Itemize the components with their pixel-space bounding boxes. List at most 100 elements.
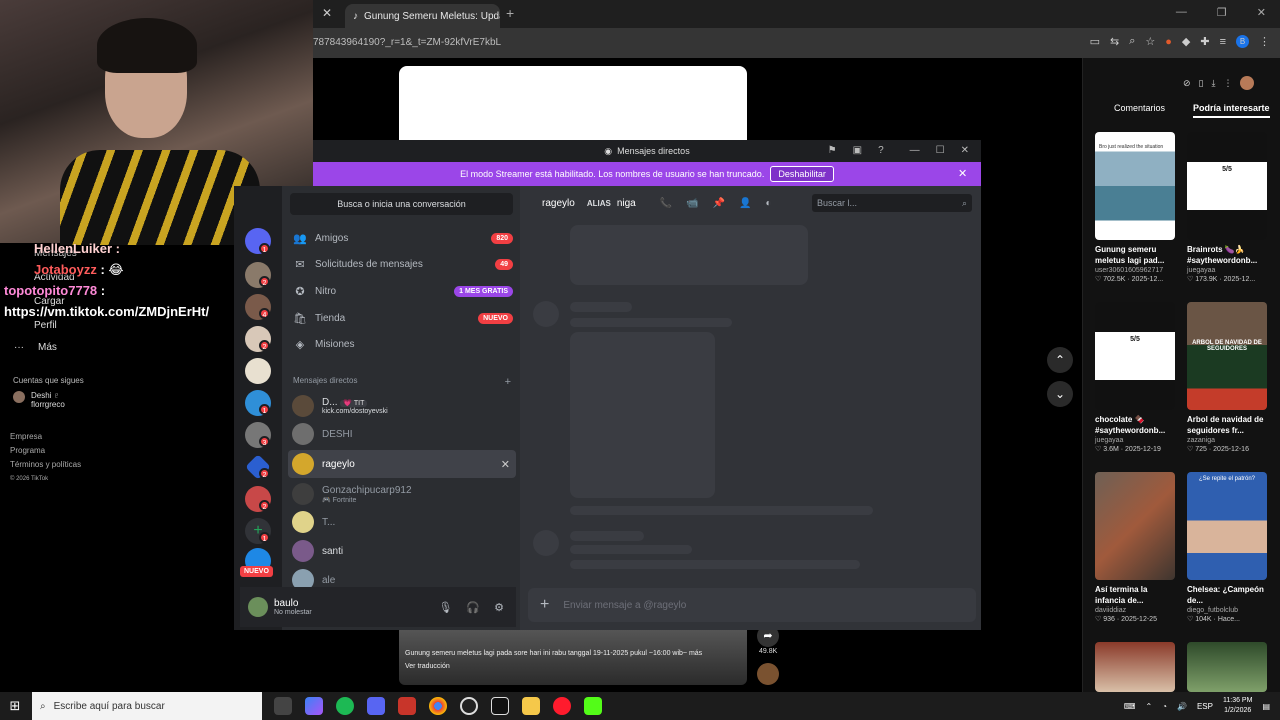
discord-app-icon[interactable] [367,697,385,715]
close-tab-icon[interactable]: ✕ [322,6,332,20]
extension-icon[interactable]: ◆ [1182,35,1190,48]
puzzle-icon[interactable]: ✚ [1200,35,1209,48]
add-friend-icon[interactable]: 👤 [739,198,751,209]
copilot-icon[interactable] [305,697,323,715]
add-attachment-icon[interactable]: + [540,596,549,614]
add-dm-icon[interactable]: + [505,376,511,388]
video-card[interactable]: ¿Se repite el patrón? Chelsea: ¿Campeón … [1187,472,1267,623]
discord-icon: ◉ [604,145,613,156]
close-banner-icon[interactable]: ✕ [958,167,967,180]
nav-item-amigos[interactable]: 👥 Amigos 820 [293,226,513,250]
gear-icon[interactable]: ⚙ [494,601,504,614]
nav-item-misiones[interactable]: ◈ Misiones [293,332,513,356]
chevron-up-icon[interactable]: ⌃ [1047,347,1073,373]
sidebar-item-mas[interactable]: ··· Más [14,342,57,353]
file-explorer-icon[interactable] [522,697,540,715]
video-card[interactable]: 5/5 Brainrots 🍆🍌 #saythewordonb... juega… [1187,132,1267,283]
call-icon[interactable]: 📞 [660,198,672,209]
footer-link[interactable]: Empresa [10,430,81,444]
video-card[interactable]: 5/5 chocolate 🍫 #saythewordonb... juegay… [1095,302,1175,453]
obs-icon[interactable] [460,697,478,715]
video-card[interactable]: ARBOL DE NAVIDAD DE SEGUIDORES Arbol de … [1187,302,1267,453]
tab-comentarios[interactable]: Comentarios [1114,103,1165,118]
avatar[interactable] [1240,76,1255,90]
disable-streamer-mode-button[interactable]: Deshabilitar [770,166,834,182]
message-input[interactable]: + Enviar mensaje a @rageylo [528,588,976,622]
device-icon[interactable]: ▯ [1199,78,1204,89]
pin-icon[interactable]: 📌 [713,198,725,209]
extension-fox-icon[interactable]: ● [1165,36,1172,48]
video-thumbnail[interactable] [1187,642,1267,692]
dm-item-selected[interactable]: rageylo ✕ [288,450,516,478]
microphone-icon[interactable]: 🎙 [438,601,452,614]
chevron-down-icon[interactable]: ⌄ [1047,381,1073,407]
translate-link[interactable]: Ver traducción [405,660,741,673]
dm-item[interactable]: santi [288,537,516,565]
new-tab-icon[interactable]: + [506,5,514,21]
minimize-icon[interactable]: — [1176,6,1187,19]
keyboard-icon[interactable]: ⌨ [1124,702,1136,711]
dm-item[interactable]: T... [288,508,516,536]
dm-section-header: Mensajes directos + [293,376,511,388]
settings-icon[interactable]: ⊘ [1183,78,1191,89]
volume-icon[interactable]: 🔊 [1177,702,1187,711]
dm-item[interactable]: DESHI [288,420,516,448]
restore-icon[interactable]: ❐ [1217,6,1227,19]
browser-tab[interactable]: ♪ Gunung Semeru Meletus: Upda ✕ [345,4,500,28]
media-icon[interactable]: ≡ [1220,36,1226,48]
menu-icon[interactable]: ⋮ [1223,78,1232,89]
headphones-icon[interactable]: 🎧 [466,601,480,614]
language-indicator[interactable]: ESP [1197,702,1213,711]
screen-share-icon[interactable]: ▣ [853,145,862,156]
video-thumbnail[interactable] [1095,642,1175,692]
cast-icon[interactable]: ▭ [1090,35,1100,48]
tab-podria-interesarte[interactable]: Podría interesarte [1193,103,1270,118]
profile-avatar[interactable]: B [1236,35,1249,48]
flag-icon[interactable]: ⚑ [828,145,837,156]
menu-icon[interactable]: ⋮ [1259,35,1270,48]
dm-item[interactable]: D... 💗 TIT kick.com/dostoyevski [288,392,516,420]
capcut-icon[interactable] [491,697,509,715]
server-icon[interactable] [245,358,271,384]
close-dm-icon[interactable]: ✕ [501,458,510,471]
opera-icon[interactable] [553,697,571,715]
video-card[interactable]: Bro just realized the situation Gunung s… [1095,132,1175,283]
sound-avatar[interactable] [757,663,779,685]
loading-skeleton [533,530,559,556]
taskbar-search-input[interactable]: ⌕ Escribe aquí para buscar [32,692,262,720]
url-text[interactable]: 787843964190?_r=1&_t=ZM-92kfVrE7kbL [313,37,501,48]
maximize-icon[interactable]: ☐ [936,145,945,156]
chat-search-input[interactable]: Buscar l... ⌕ [812,194,972,212]
minimize-icon[interactable]: — [910,145,920,156]
dm-item[interactable]: Gonzachipucarp912 🎮 Fortnite [288,480,516,508]
profile-icon[interactable]: ◐ [766,198,772,209]
video-card[interactable]: Así termina la infancia de... daviiddiaz… [1095,472,1175,623]
nav-item-tienda[interactable]: 🛍 Tienda NUEVO [293,306,513,330]
app-icon[interactable] [398,697,416,715]
help-icon[interactable]: ? [878,145,884,156]
clock[interactable]: 11:36 PM 1/2/2026 [1223,696,1252,716]
footer-link[interactable]: Programa [10,444,81,458]
translate-icon[interactable]: ⇆ [1110,35,1119,48]
close-icon[interactable]: ✕ [1257,6,1266,19]
chrome-icon[interactable] [429,697,447,715]
download-icon[interactable]: ⤓ [1212,78,1216,89]
video-call-icon[interactable]: 📹 [686,198,698,209]
chevron-up-icon[interactable]: ⌃ [1145,702,1152,711]
spotify-icon[interactable] [336,697,354,715]
footer-link[interactable]: Términos y políticas [10,458,81,472]
zoom-icon[interactable]: ⌕ [1129,35,1135,48]
star-icon[interactable]: ☆ [1145,35,1155,48]
nav-item-nitro[interactable]: ✪ Nitro 1 MES GRATIS [293,279,513,303]
avatar[interactable] [248,597,268,617]
notification-icon[interactable]: ▤ [1262,702,1270,711]
following-account[interactable]: Deshi ♇ florrgreco [13,391,65,409]
close-icon[interactable]: ✕ [961,145,969,156]
dm-search-input[interactable]: Busca o inicia una conversación [290,193,513,215]
wifi-icon[interactable]: ◔ [1162,702,1167,711]
card-date: 2025-12-19 [1125,446,1161,453]
task-view-icon[interactable] [274,697,292,715]
kick-icon[interactable] [584,697,602,715]
windows-icon[interactable]: ⊞ [0,698,30,714]
nav-item-solicitudes[interactable]: ✉ Solicitudes de mensajes 49 [293,252,513,276]
